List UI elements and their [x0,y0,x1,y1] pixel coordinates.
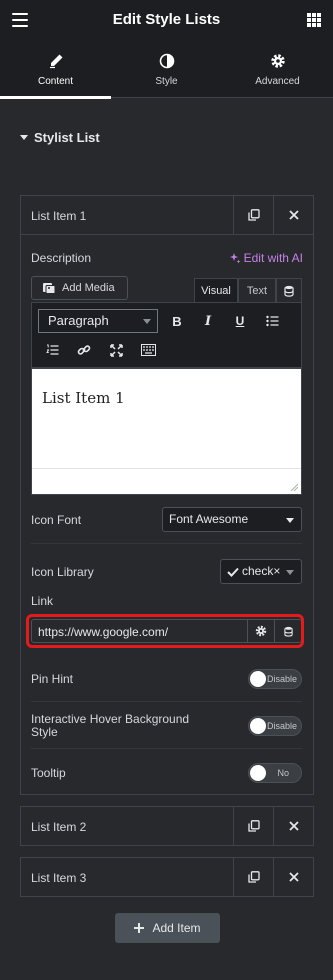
icon-font-value: Font Awesome [169,512,249,526]
section-title: Stylist List [34,130,100,145]
repeater-item-3[interactable]: List Item 3 [20,857,314,897]
divider [31,701,302,702]
repeater-item-2[interactable]: List Item 2 [20,806,314,846]
chevron-down-icon [286,518,294,523]
tab-label: Content [37,76,74,87]
bullet-list-icon[interactable] [262,311,282,331]
panel-header: Edit Style Lists [0,0,333,40]
tab-advanced[interactable]: Advanced [222,40,333,98]
resize-handle-icon[interactable] [290,483,298,491]
item-label: List Item 2 [31,820,87,834]
dynamic-tags-icon[interactable] [276,278,302,302]
toggle-state: Disable [266,721,297,731]
item-label: List Item 1 [31,209,87,223]
tab-content[interactable]: Content [0,40,111,99]
duplicate-icon[interactable] [233,807,273,845]
link-icon[interactable] [74,340,94,360]
chevron-down-icon [286,570,294,575]
toggle-state: No [277,768,289,778]
icon-library-label: Icon Library [31,565,94,579]
format-select[interactable]: Paragraph [38,309,158,333]
add-item-label: Add Item [152,921,201,935]
half-circle-icon [111,53,222,69]
format-select-value: Paragraph [48,313,109,328]
editor-statusbar [32,468,301,494]
edit-with-ai-button[interactable]: Edit with AI [229,251,303,265]
tooltip-label: Tooltip [31,766,66,780]
pencil-icon [0,53,111,69]
toggle-knob [250,671,266,687]
tooltip-toggle[interactable]: No [248,763,302,783]
link-label: Link [31,594,54,608]
close-icon[interactable] [273,196,313,234]
tab-visual[interactable]: Visual [194,278,238,302]
ai-label: Edit with AI [243,251,303,265]
icon-font-select[interactable]: Font Awesome [162,507,302,532]
add-media-button[interactable]: Add Media [31,276,128,300]
hover-bg-label: Interactive Hover Background Style [31,712,190,739]
add-item-button[interactable]: Add Item [115,913,220,943]
hover-bg-toggle[interactable]: Disable [248,716,302,736]
bold-icon[interactable]: B [167,311,187,331]
grid-icon[interactable] [307,13,321,27]
toggle-knob [250,718,266,734]
duplicate-icon[interactable] [233,196,273,234]
highlight-annotation [26,614,304,648]
gear-icon [222,53,333,69]
section-toggle[interactable]: Stylist List [20,130,100,145]
pin-hint-toggle[interactable]: Disable [248,669,302,689]
plus-icon [134,923,145,933]
toggle-knob [250,765,266,781]
icon-font-label: Icon Font [31,513,82,527]
repeater-item-1[interactable]: List Item 1 [20,195,314,235]
media-icon [42,281,56,295]
panel-title: Edit Style Lists [112,11,221,28]
chevron-down-icon [143,319,151,324]
numbered-list-icon[interactable] [42,340,62,360]
underline-icon[interactable]: U [230,311,250,331]
icon-library-select[interactable]: check× [220,559,302,584]
editor-tabs: Content Style Advanced [0,40,333,99]
add-media-label: Add Media [62,282,115,294]
toggle-state: Disable [266,674,297,684]
description-label: Description [31,251,92,265]
icon-library-value: check× [242,564,281,578]
close-icon[interactable] [273,858,313,896]
divider [31,543,302,544]
tab-text[interactable]: Text [238,278,276,302]
divider [31,748,302,749]
check-icon [227,567,239,577]
italic-icon[interactable]: I [198,311,218,331]
close-icon[interactable] [273,807,313,845]
keyboard-icon[interactable] [138,340,158,360]
pin-hint-label: Pin Hint [31,672,74,686]
tab-label: Style [155,76,178,87]
fullscreen-icon[interactable] [106,340,126,360]
editor-toolbar: Paragraph B I U [31,302,302,368]
editor-content[interactable]: List Item 1 [42,389,125,407]
tab-label: Advanced [255,76,300,87]
item-label: List Item 3 [31,871,87,885]
duplicate-icon[interactable] [233,858,273,896]
caret-down-icon [20,135,28,140]
tab-style[interactable]: Style [111,40,222,98]
rich-text-editor[interactable]: List Item 1 [31,368,302,495]
sparkle-icon [229,252,241,264]
